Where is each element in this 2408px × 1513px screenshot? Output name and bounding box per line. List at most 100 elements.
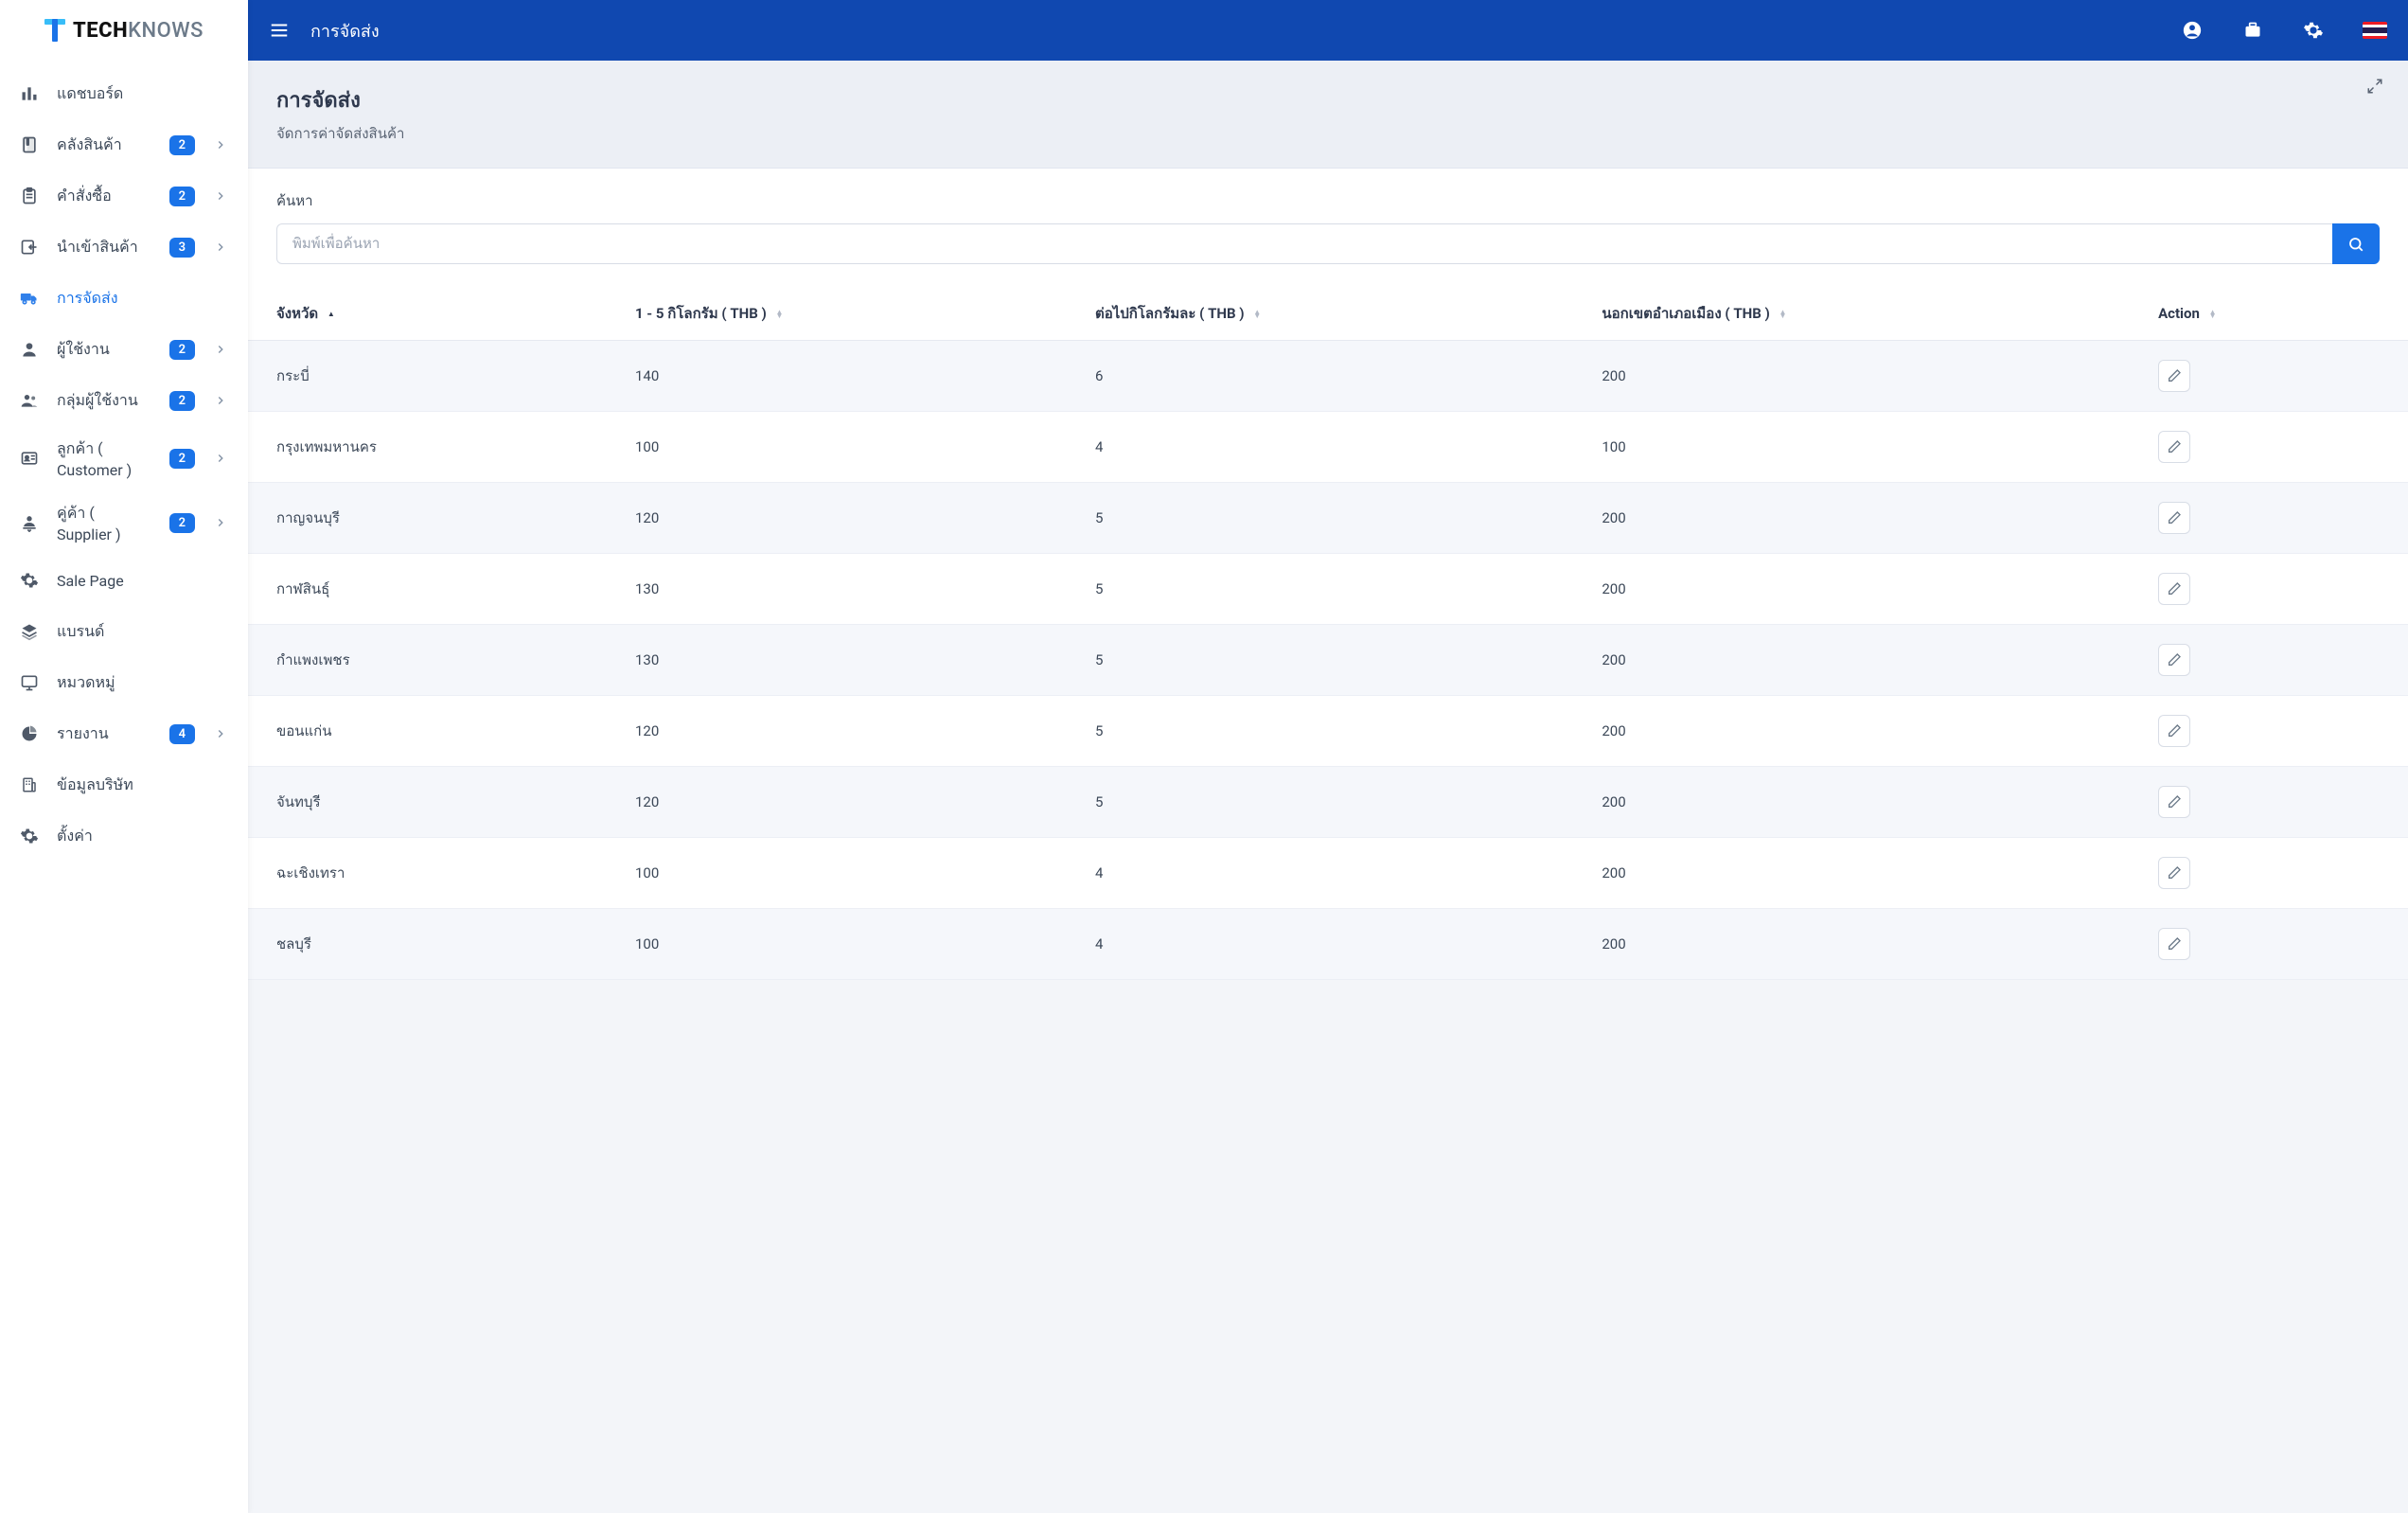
sidebar-item-3[interactable]: นำเข้าสินค้า3	[0, 222, 248, 273]
sort-icon: ▲	[328, 312, 335, 316]
sidebar-item-6[interactable]: กลุ่มผู้ใช้งาน 2	[0, 375, 248, 426]
sort-icon: ▲▼	[2209, 311, 2217, 318]
expand-icon[interactable]	[2366, 78, 2385, 97]
cell-outside: 200	[1588, 625, 2145, 696]
sidebar-item-13[interactable]: ข้อมูลบริษัท	[0, 759, 248, 810]
cell-first-kg: 140	[622, 341, 1082, 412]
locale-flag[interactable]	[2363, 22, 2387, 39]
cell-province: จันทบุรี	[248, 767, 622, 838]
sidebar-item-14[interactable]: ตั้งค่า	[0, 810, 248, 862]
box-icon	[19, 134, 40, 155]
sidebar-item-10[interactable]: แบรนด์	[0, 606, 248, 657]
cell-action	[2145, 838, 2408, 909]
sidebar-badge: 2	[169, 391, 195, 411]
col-outside[interactable]: นอกเขตอำเภอเมือง ( THB ) ▲▼	[1588, 287, 2145, 341]
cell-province: กาฬสินธุ์	[248, 554, 622, 625]
sidebar-item-7[interactable]: ลูกค้า ( Customer )2	[0, 426, 248, 490]
edit-button[interactable]	[2158, 786, 2190, 818]
cell-province: ขอนแก่น	[248, 696, 622, 767]
sidebar-item-label: แบรนด์	[57, 620, 229, 644]
table-row: กรุงเทพมหานคร1004100	[248, 412, 2408, 483]
sort-icon: ▲▼	[1253, 311, 1261, 318]
cell-next-kg: 5	[1082, 696, 1588, 767]
cell-action	[2145, 909, 2408, 980]
cell-outside: 200	[1588, 767, 2145, 838]
sidebar-item-8[interactable]: คู่ค้า ( Supplier )2	[0, 490, 248, 555]
briefcase-icon[interactable]	[2241, 19, 2264, 42]
cell-outside: 200	[1588, 909, 2145, 980]
cell-action	[2145, 696, 2408, 767]
app-root: TECHKNOWS แดชบอร์ดคลังสินค้า2คำสั่งซื้อ2…	[0, 0, 2408, 1513]
col-first-kg[interactable]: 1 - 5 กิโลกรัม ( THB ) ▲▼	[622, 287, 1082, 341]
search-button[interactable]	[2332, 223, 2380, 264]
search-input[interactable]	[276, 223, 2332, 264]
page-header: การจัดส่ง จัดการค่าจัดส่งสินค้า	[248, 61, 2408, 169]
sidebar-item-2[interactable]: คำสั่งซื้อ2	[0, 170, 248, 222]
edit-button[interactable]	[2158, 644, 2190, 676]
cell-first-kg: 130	[622, 625, 1082, 696]
edit-button[interactable]	[2158, 573, 2190, 605]
sidebar-item-label: กลุ่มผู้ใช้งาน	[57, 389, 152, 413]
table-row: ชลบุรี1004200	[248, 909, 2408, 980]
sidebar-item-label: หมวดหมู่	[57, 671, 229, 695]
edit-button[interactable]	[2158, 431, 2190, 463]
truck-icon	[19, 288, 40, 309]
edit-button[interactable]	[2158, 928, 2190, 960]
edit-button[interactable]	[2158, 502, 2190, 534]
pie-icon	[19, 723, 40, 744]
edit-button[interactable]	[2158, 715, 2190, 747]
col-action[interactable]: Action ▲▼	[2145, 287, 2408, 341]
table-row: กำแพงเพชร1305200	[248, 625, 2408, 696]
account-icon[interactable]	[2181, 19, 2204, 42]
cell-province: กำแพงเพชร	[248, 625, 622, 696]
screen-icon	[19, 672, 40, 693]
shipping-table: จังหวัด ▲ 1 - 5 กิโลกรัม ( THB ) ▲▼ ต่อไ	[248, 287, 2408, 980]
chevron-right-icon	[212, 450, 229, 467]
sidebar-item-0[interactable]: แดชบอร์ด	[0, 68, 248, 119]
sidebar-badge: 2	[169, 187, 195, 206]
sidebar-item-11[interactable]: หมวดหมู่	[0, 657, 248, 708]
topbar-title: การจัดส่ง	[310, 17, 380, 44]
edit-button[interactable]	[2158, 857, 2190, 889]
sidebar-item-12[interactable]: รายงาน4	[0, 708, 248, 759]
col-province[interactable]: จังหวัด ▲	[248, 287, 622, 341]
cell-next-kg: 4	[1082, 909, 1588, 980]
logo-mark-icon	[44, 19, 65, 42]
hamburger-icon[interactable]	[269, 20, 290, 41]
table-row: จันทบุรี1205200	[248, 767, 2408, 838]
sidebar-item-label: แดชบอร์ด	[57, 82, 229, 106]
chevron-right-icon	[212, 136, 229, 153]
clipboard-icon	[19, 186, 40, 206]
table-row: กาญจนบุรี1205200	[248, 483, 2408, 554]
cell-action	[2145, 554, 2408, 625]
users-icon	[19, 390, 40, 411]
cell-outside: 200	[1588, 483, 2145, 554]
sidebar-badge: 2	[169, 340, 195, 360]
sidebar-item-label: การจัดส่ง	[57, 287, 229, 311]
chevron-right-icon	[212, 239, 229, 256]
pencil-icon	[2167, 581, 2182, 596]
col-next-kg[interactable]: ต่อไปกิโลกรัมละ ( THB ) ▲▼	[1082, 287, 1588, 341]
sidebar-item-4[interactable]: การจัดส่ง	[0, 273, 248, 324]
cell-first-kg: 120	[622, 767, 1082, 838]
pencil-icon	[2167, 439, 2182, 454]
sidebar-item-1[interactable]: คลังสินค้า2	[0, 119, 248, 170]
chevron-right-icon	[212, 725, 229, 742]
edit-button[interactable]	[2158, 360, 2190, 392]
cell-first-kg: 120	[622, 696, 1082, 767]
cell-action	[2145, 483, 2408, 554]
sidebar-item-9[interactable]: Sale Page	[0, 555, 248, 606]
cell-outside: 200	[1588, 838, 2145, 909]
settings-icon[interactable]	[2302, 19, 2325, 42]
content: การจัดส่ง จัดการค่าจัดส่งสินค้า ค้นหา	[248, 61, 2408, 1513]
cell-action	[2145, 625, 2408, 696]
pencil-icon	[2167, 936, 2182, 952]
brand-logo: TECHKNOWS	[0, 0, 248, 61]
cell-outside: 200	[1588, 341, 2145, 412]
sidebar-item-5[interactable]: ผู้ใช้งาน2	[0, 324, 248, 375]
sidebar: TECHKNOWS แดชบอร์ดคลังสินค้า2คำสั่งซื้อ2…	[0, 0, 248, 1513]
cell-outside: 200	[1588, 696, 2145, 767]
card: ค้นหา	[248, 169, 2408, 980]
sort-icon: ▲▼	[1779, 311, 1787, 318]
cell-province: ชลบุรี	[248, 909, 622, 980]
